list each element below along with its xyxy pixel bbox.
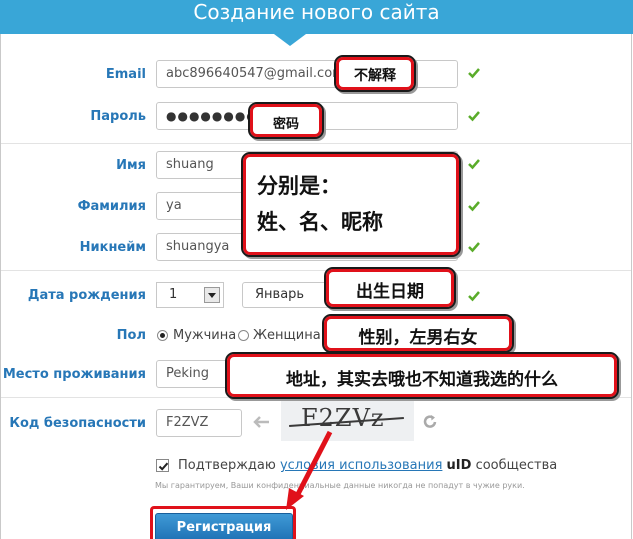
refresh-icon[interactable] [422,414,438,434]
birth-day-value: 1 [169,287,178,302]
names-annotation-line2: 姓、名、昵称 [257,210,383,234]
form-border-right [631,34,632,539]
password-annotation-text: 密码 [272,117,299,132]
birth-month-select[interactable]: Январь [242,282,330,308]
gender-male-radio[interactable] [157,330,168,341]
last-name-valid-check-icon [468,200,480,212]
first-name-valid-check-icon [468,158,480,170]
dropdown-arrow-icon[interactable] [204,287,220,303]
terms-checkbox[interactable] [156,459,169,472]
captcha-image: F2ZVz [281,401,414,441]
email-annotation: 不解释 [334,55,416,92]
gender-female-label[interactable]: Женщина [253,328,321,343]
gender-annotation-text: 性别，左男右女 [358,328,478,348]
password-annotation: 密码 [248,102,324,139]
gender-label: Пол [116,328,146,343]
location-annotation: 地址，其实去哦也不知道我选的什么 [225,352,619,399]
captcha-label: Код безопасности [9,416,146,431]
terms-prefix: Подтверждаю [178,458,276,473]
birthdate-label: Дата рождения [27,288,146,303]
arrow-left-icon [252,415,270,433]
birth-day-select[interactable]: 1 [156,282,224,308]
terms-text: Подтверждаю условия использования uID со… [178,458,557,473]
section-divider [1,143,631,144]
gender-annotation: 性别，左男右女 [322,314,514,353]
location-label: Место проживания [2,367,146,382]
header-pointer [274,34,306,46]
names-annotation: 分别是： 姓、名、昵称 [241,152,461,257]
captcha-input[interactable]: F2ZVZ [156,409,242,437]
register-button-highlight [150,506,296,539]
birthdate-valid-check-icon [468,290,480,302]
nickname-label: Никнейм [79,240,146,255]
gender-female-radio[interactable] [238,330,249,341]
terms-suffix: сообщества [475,458,558,473]
birthdate-annotation-text: 出生日期 [356,282,424,302]
last-name-label: Фамилия [77,199,146,214]
page-header: Создание нового сайта [0,0,633,34]
email-annotation-text: 不解释 [354,68,396,84]
names-annotation-line1: 分别是： [257,174,341,198]
nickname-valid-check-icon [468,241,480,253]
terms-uid: uID [446,458,472,473]
terms-link[interactable]: условия использования [280,458,442,473]
location-annotation-text: 地址，其实去哦也不知道我选的什么 [286,370,558,390]
birthdate-annotation: 出生日期 [324,267,456,309]
captcha-image-text: F2ZVz [301,404,385,432]
section-divider [1,270,631,271]
password-label: Пароль [90,109,146,124]
password-valid-check-icon [468,110,480,122]
privacy-note: Мы гарантируем, Ваши конфиденциальные да… [155,481,525,490]
birth-month-value: Январь [255,287,305,302]
email-label: Email [105,67,146,82]
page-title: Создание нового сайта [193,0,440,24]
email-valid-check-icon [468,67,480,79]
gender-male-label[interactable]: Мужчина [173,328,236,343]
first-name-label: Имя [116,158,146,173]
